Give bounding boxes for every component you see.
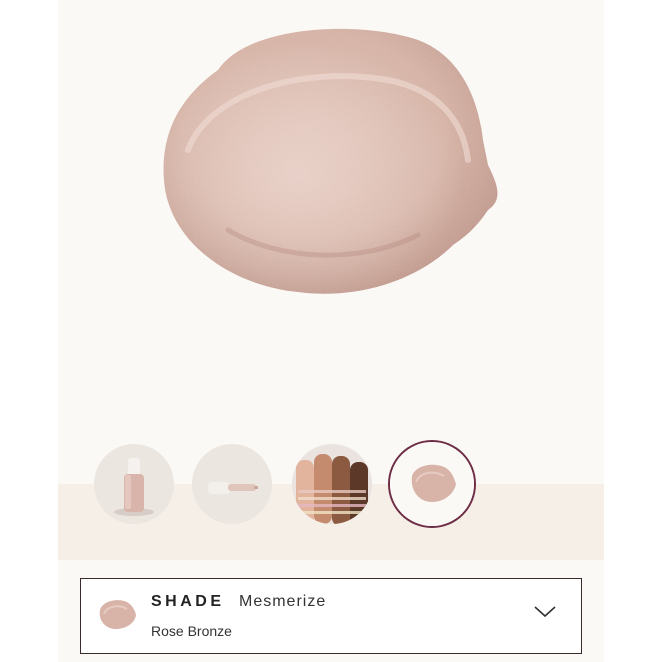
- shade-selector[interactable]: SHADE Mesmerize Rose Bronze: [80, 578, 582, 654]
- thumbnail-bottle[interactable]: [94, 444, 174, 524]
- shade-label: SHADE: [151, 593, 225, 610]
- thumbnail-arm-swatches[interactable]: [292, 444, 372, 524]
- shade-value: Mesmerize: [239, 593, 327, 610]
- product-hero-image: [58, 0, 604, 440]
- chevron-down-icon[interactable]: [533, 605, 557, 619]
- thumbnail-dropper[interactable]: [192, 444, 272, 524]
- cream-swatch: [163, 28, 498, 294]
- thumbnail-cream-swatch[interactable]: [390, 442, 474, 526]
- product-page: SHADE Mesmerize Rose Bronze: [58, 0, 604, 662]
- shade-subtitle: Rose Bronze: [151, 623, 232, 639]
- shade-swatch-icon: [99, 600, 136, 629]
